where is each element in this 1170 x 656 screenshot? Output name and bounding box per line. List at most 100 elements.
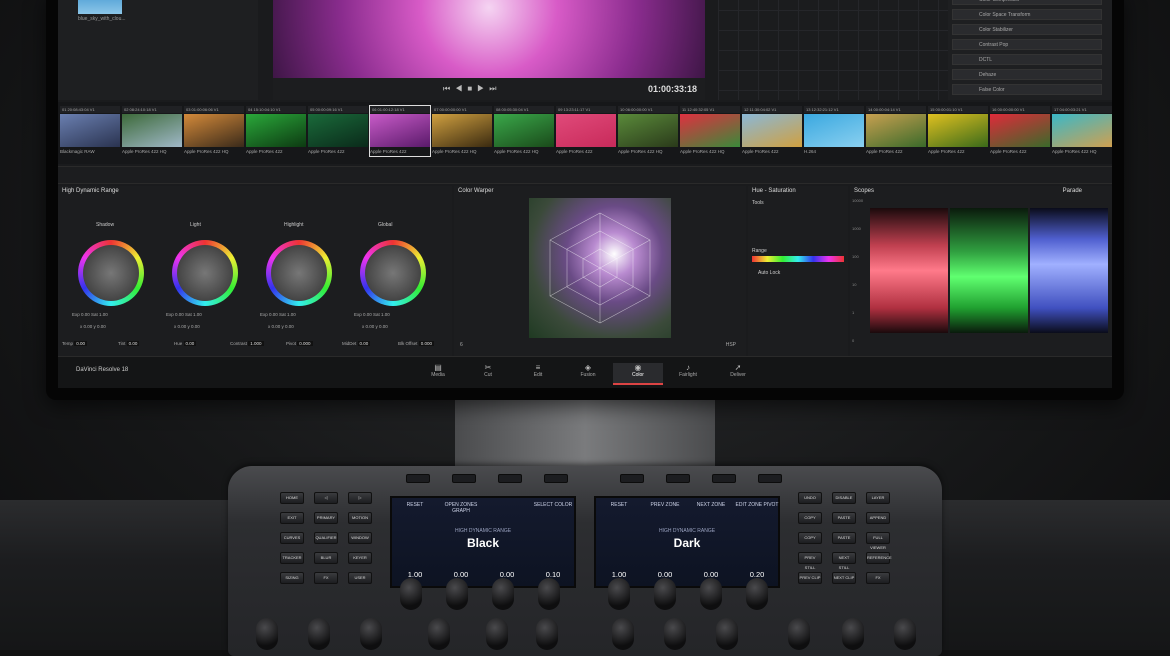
clip-thumbnail[interactable]: 17 04:00:03:21 V1 Apple ProRes 422 HQ bbox=[1052, 106, 1112, 156]
x-value[interactable]: x 0.00 bbox=[174, 324, 188, 329]
soft-key[interactable] bbox=[544, 474, 568, 483]
effect-item[interactable]: Dehaze bbox=[952, 69, 1102, 80]
clip-thumbnail-strip[interactable]: 01 20:08:43:04 V1 Blackmagic RAW 02 08:24:… bbox=[58, 102, 1112, 164]
y-value[interactable]: y 0.00 bbox=[94, 324, 106, 329]
node-editor[interactable] bbox=[718, 0, 948, 100]
panel-key[interactable]: NEXT STILL bbox=[832, 552, 856, 570]
panel-key[interactable]: EXIT bbox=[280, 512, 304, 524]
page-tab-color[interactable]: ◉ Color bbox=[613, 363, 663, 385]
hdr-param[interactable]: Temp 0.00 bbox=[62, 341, 88, 346]
control-knob[interactable] bbox=[664, 618, 686, 650]
panel-key[interactable]: ◁ bbox=[314, 492, 338, 504]
control-knob[interactable] bbox=[360, 618, 382, 650]
exp-value[interactable]: 0.00 bbox=[81, 312, 91, 317]
panel-key[interactable]: COPY bbox=[798, 512, 822, 524]
panel-key[interactable]: HOME bbox=[280, 492, 304, 504]
panel-key[interactable]: QUALIFIER bbox=[314, 532, 338, 544]
page-tab-deliver[interactable]: ➚ Deliver bbox=[713, 363, 763, 378]
sat-value[interactable]: 1.00 bbox=[287, 312, 296, 317]
clip-thumbnail[interactable]: 11 12:40:32:05 V1 Apple ProRes 422 HQ bbox=[680, 106, 740, 156]
sat-value[interactable]: 1.00 bbox=[381, 312, 390, 317]
control-knob[interactable] bbox=[788, 618, 810, 650]
control-knob[interactable] bbox=[492, 578, 514, 610]
panel-key[interactable]: PREV CLIP bbox=[798, 572, 822, 584]
warper-mode-select[interactable]: HSP bbox=[726, 342, 736, 348]
clip-thumbnail[interactable]: 04 15:10:04:10 V1 Apple ProRes 422 bbox=[246, 106, 306, 156]
media-pool[interactable]: blue_sky_with_clou... bbox=[58, 0, 258, 100]
param-value[interactable]: 0.00 bbox=[74, 341, 88, 346]
color-wheel[interactable] bbox=[78, 240, 144, 306]
color-wheel[interactable] bbox=[266, 240, 332, 306]
x-value[interactable]: x 0.00 bbox=[268, 324, 282, 329]
panel-key[interactable]: LAYER bbox=[866, 492, 890, 504]
soft-key[interactable] bbox=[666, 474, 690, 483]
panel-key[interactable]: USER bbox=[348, 572, 372, 584]
hdr-param[interactable]: Pivot 0.000 bbox=[286, 341, 313, 346]
soft-key[interactable] bbox=[498, 474, 522, 483]
page-tab-media[interactable]: ▤ Media bbox=[413, 363, 463, 378]
range-bar[interactable] bbox=[752, 256, 844, 262]
clip-thumbnail[interactable]: 01 20:08:43:04 V1 Blackmagic RAW bbox=[60, 106, 120, 156]
hdr-param[interactable]: Hue 0.00 bbox=[174, 341, 197, 346]
panel-key[interactable]: ▷ bbox=[348, 492, 372, 504]
clip-thumbnail[interactable]: 16 00:00:00:00 V1 Apple ProRes 422 bbox=[990, 106, 1050, 156]
control-knob[interactable] bbox=[612, 618, 634, 650]
hdr-param[interactable]: MidDet 0.00 bbox=[342, 341, 371, 346]
clip-thumbnail[interactable]: 15 00:00:01:10 V1 Apple ProRes 422 bbox=[928, 106, 988, 156]
transport-controls[interactable]: ⏮◀■▶⏭ bbox=[443, 84, 502, 94]
param-value[interactable]: 0.000 bbox=[418, 341, 434, 346]
panel-key[interactable]: FX bbox=[314, 572, 338, 584]
hdr-param[interactable]: Contrast 1.000 bbox=[230, 341, 264, 346]
clip-thumbnail[interactable]: 05 00:00:09:16 V1 Apple ProRes 422 bbox=[308, 106, 368, 156]
panel-key[interactable]: TRACKER bbox=[280, 552, 304, 564]
control-knob[interactable] bbox=[608, 578, 630, 610]
control-knob[interactable] bbox=[486, 618, 508, 650]
page-tab-fusion[interactable]: ◈ Fusion bbox=[563, 363, 613, 378]
panel-key[interactable]: FX bbox=[866, 572, 890, 584]
param-value[interactable]: 1.000 bbox=[248, 341, 264, 346]
color-palette-toolbar[interactable] bbox=[58, 166, 1112, 184]
panel-key[interactable]: DISABLE bbox=[832, 492, 856, 504]
panel-key[interactable]: PREV STILL bbox=[798, 552, 822, 570]
panel-key[interactable]: FULL VIEWER bbox=[866, 532, 890, 550]
clip-thumbnail[interactable]: 10 06:00:00:00 V1 Apple ProRes 422 HQ bbox=[618, 106, 678, 156]
exp-value[interactable]: 0.00 bbox=[175, 312, 185, 317]
control-knob[interactable] bbox=[308, 618, 330, 650]
panel-key[interactable]: APPEND bbox=[866, 512, 890, 524]
hdr-param[interactable]: Blk Offset 0.000 bbox=[398, 341, 434, 346]
control-knob[interactable] bbox=[842, 618, 864, 650]
page-tab-edit[interactable]: ≡ Edit bbox=[513, 363, 563, 378]
sat-value[interactable]: 1.00 bbox=[99, 312, 108, 317]
page-tab-fairlight[interactable]: ♪ Fairlight bbox=[663, 363, 713, 378]
panel-key[interactable]: NEXT CLIP bbox=[832, 572, 856, 584]
effect-item[interactable]: DCTL bbox=[952, 54, 1102, 65]
clip-thumbnail[interactable]: 13 12:32:21:12 V1 H.264 bbox=[804, 106, 864, 156]
media-pool-thumbnail[interactable] bbox=[78, 0, 122, 14]
exp-value[interactable]: 0.00 bbox=[269, 312, 279, 317]
clip-thumbnail[interactable]: 07 00:00:00:00 V1 Apple ProRes 422 HQ bbox=[432, 106, 492, 156]
param-value[interactable]: 0.000 bbox=[297, 341, 313, 346]
scope-mode-select[interactable]: Parade bbox=[1063, 188, 1082, 194]
x-value[interactable]: x 0.00 bbox=[80, 324, 94, 329]
panel-key[interactable]: MOTION bbox=[348, 512, 372, 524]
panel-key[interactable]: COPY bbox=[798, 532, 822, 544]
clip-thumbnail[interactable]: 14 00:00:04:14 V1 Apple ProRes 422 bbox=[866, 106, 926, 156]
param-value[interactable]: 0.00 bbox=[357, 341, 371, 346]
page-tab-cut[interactable]: ✂ Cut bbox=[463, 363, 513, 378]
panel-key[interactable]: UNDO bbox=[798, 492, 822, 504]
color-wheel[interactable] bbox=[360, 240, 426, 306]
control-knob[interactable] bbox=[446, 578, 468, 610]
panel-key[interactable]: KEYER bbox=[348, 552, 372, 564]
control-knob[interactable] bbox=[428, 618, 450, 650]
auto-lock-toggle[interactable]: Auto Lock bbox=[758, 270, 780, 276]
panel-key[interactable]: WINDOW bbox=[348, 532, 372, 544]
control-knob[interactable] bbox=[894, 618, 916, 650]
soft-key[interactable] bbox=[406, 474, 430, 483]
effect-item[interactable]: Color Stabilizer bbox=[952, 24, 1102, 35]
warper-grid-label[interactable]: 6 bbox=[460, 342, 463, 348]
control-knob[interactable] bbox=[654, 578, 676, 610]
control-knob[interactable] bbox=[256, 618, 278, 650]
color-wheel[interactable] bbox=[172, 240, 238, 306]
effects-library[interactable]: Color Compressor Color Space Transform Col… bbox=[948, 0, 1112, 100]
clip-thumbnail[interactable]: 03 01:00:06:06 V1 Apple ProRes 422 HQ bbox=[184, 106, 244, 156]
